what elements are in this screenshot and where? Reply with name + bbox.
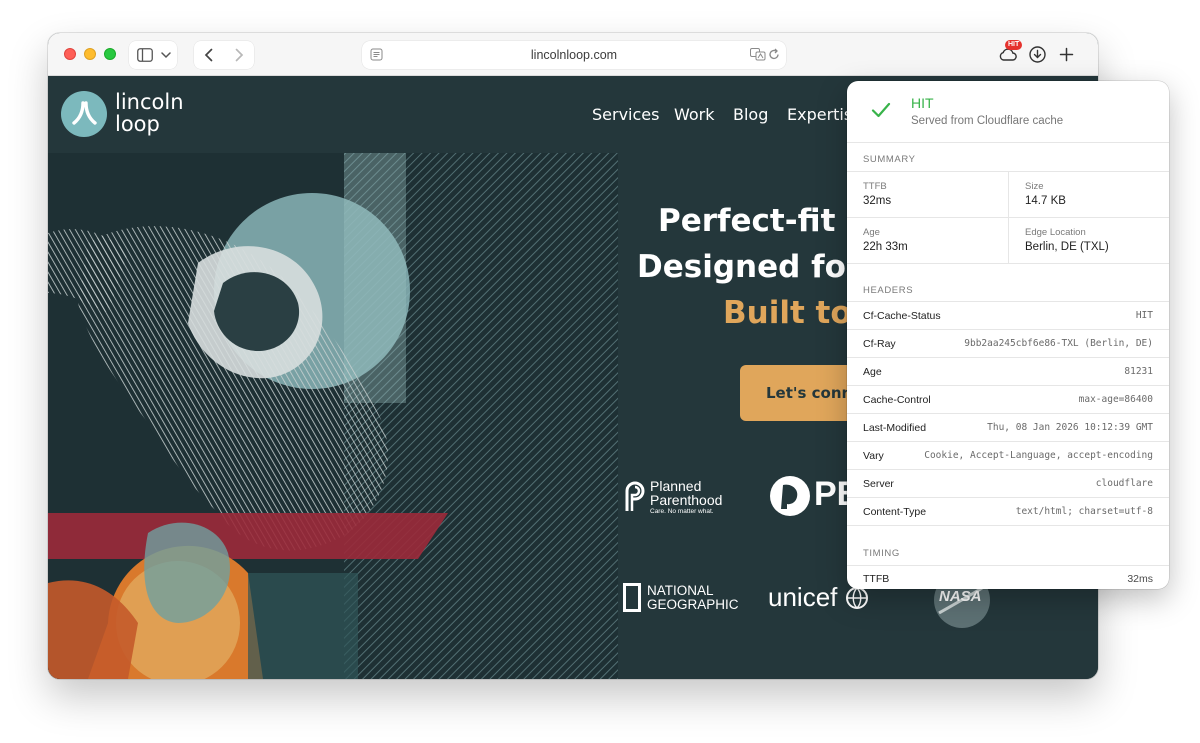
browser-toolbar: lincolnloop.com HIT — [48, 33, 1098, 76]
lincoln-loop-logo[interactable] — [61, 91, 107, 137]
sidebar-toggle-group — [129, 41, 177, 69]
header-row: Last-Modified Thu, 08 Jan 2026 10:12:39 … — [847, 413, 1169, 441]
header-row: Vary Cookie, Accept-Language, accept-enc… — [847, 441, 1169, 469]
header-name: Server — [863, 478, 894, 490]
header-row: Server cloudflare — [847, 469, 1169, 497]
unicef-wordmark: unicef — [768, 582, 838, 612]
nasa-wordmark: NASA — [939, 588, 982, 605]
reload-icon[interactable] — [768, 48, 780, 66]
header-row: Cache-Control max-age=86400 — [847, 385, 1169, 413]
downloads-icon[interactable] — [1029, 45, 1046, 63]
header-name: Age — [863, 366, 882, 378]
unicef-globe-icon — [846, 587, 868, 609]
header-row: Cf-Cache-Status HIT — [847, 301, 1169, 329]
header-value: text/html; charset=utf-8 — [1015, 506, 1153, 517]
url-text: lincolnloop.com — [530, 48, 618, 62]
logo-wordmark[interactable]: lincoln loop — [115, 91, 184, 135]
logo-line-1: lincoln — [115, 90, 184, 114]
summary-ttfb-value: 32ms — [863, 195, 892, 207]
summary-age-label: Age — [863, 227, 880, 238]
summary-age-value: 22h 33m — [863, 241, 908, 253]
hero-heading-line-1: Perfect-fit s — [658, 203, 865, 239]
planned-parenthood-tagline: Care. No matter what. — [650, 508, 714, 515]
header-value: 9bb2aa245cbf6e86-TXL (Berlin, DE) — [964, 338, 1153, 349]
header-value: Thu, 08 Jan 2026 10:12:39 GMT — [987, 422, 1153, 433]
nav-link-expertise[interactable]: Expertis — [787, 105, 852, 124]
summary-size-label: Size — [1025, 181, 1044, 192]
back-chevron-icon[interactable] — [204, 47, 214, 63]
timing-ttfb-value: 32ms — [1127, 573, 1153, 585]
planned-parenthood-line-2: Parenthood — [650, 492, 723, 508]
checkmark-icon — [871, 102, 891, 123]
header-row: Age 81231 — [847, 357, 1169, 385]
timing-section-title: TIMING — [863, 548, 900, 559]
hero-heading-line-2: Designed for — [637, 249, 862, 285]
summary-edge-location-label: Edge Location — [1025, 227, 1086, 238]
cache-status-popover: HIT Served from Cloudflare cache SUMMARY… — [847, 81, 1169, 589]
summary-size-value: 14.7 KB — [1025, 195, 1066, 207]
history-nav-group — [194, 41, 254, 69]
close-window-button[interactable] — [64, 48, 76, 60]
natgeo-frame-icon — [623, 583, 641, 612]
header-row: Content-Type text/html; charset=utf-8 — [847, 497, 1169, 525]
headers-section-title: HEADERS — [863, 285, 914, 296]
nav-link-services[interactable]: Services — [592, 105, 659, 124]
header-name: Vary — [863, 450, 884, 462]
popover-header: HIT Served from Cloudflare cache — [847, 81, 1169, 143]
planned-parenthood-line-1: Planned — [650, 478, 702, 494]
header-value: cloudflare — [1095, 478, 1153, 489]
nav-link-work[interactable]: Work — [674, 105, 715, 124]
zoom-window-button[interactable] — [104, 48, 116, 60]
address-bar[interactable]: lincolnloop.com — [362, 41, 786, 69]
nav-link-blog[interactable]: Blog — [733, 105, 768, 124]
divider — [847, 565, 1169, 566]
summary-ttfb-label: TTFB — [863, 181, 887, 192]
cache-status-subtitle: Served from Cloudflare cache — [911, 115, 1064, 127]
cache-status-badge: HIT — [1005, 40, 1023, 50]
divider — [847, 263, 1169, 264]
astronaut-illustration — [48, 153, 618, 679]
summary-edge-location-value: Berlin, DE (TXL) — [1025, 241, 1109, 253]
header-name: Last-Modified — [863, 422, 927, 434]
pbs-head-icon — [770, 476, 810, 516]
forward-chevron-icon[interactable] — [234, 47, 244, 63]
sidebar-icon[interactable] — [137, 47, 153, 63]
hero-heading-line-3: Built to — [723, 295, 852, 331]
header-name: Cf-Ray — [863, 338, 896, 350]
header-value: Cookie, Accept-Language, accept-encoding — [924, 450, 1153, 461]
header-name: Cf-Cache-Status — [863, 310, 941, 322]
header-name: Content-Type — [863, 506, 927, 518]
timing-ttfb-label: TTFB — [863, 573, 890, 585]
header-value: HIT — [1135, 310, 1153, 321]
header-row: Cf-Ray 9bb2aa245cbf6e86-TXL (Berlin, DE) — [847, 329, 1169, 357]
translate-icon[interactable] — [750, 48, 766, 66]
header-value: 81231 — [1124, 366, 1153, 377]
new-tab-plus-icon[interactable] — [1059, 45, 1074, 63]
cache-status-text: HIT — [911, 95, 934, 111]
header-value: max-age=86400 — [1078, 394, 1153, 405]
natgeo-line-2: GEOGRAPHIC — [647, 597, 739, 612]
minimize-window-button[interactable] — [84, 48, 96, 60]
logo-line-2: loop — [115, 112, 160, 136]
summary-section-title: SUMMARY — [863, 154, 916, 165]
divider — [847, 525, 1169, 526]
natgeo-line-1: NATIONAL — [647, 583, 714, 598]
tab-group-chevron-down-icon[interactable] — [161, 47, 171, 63]
divider — [847, 217, 1169, 218]
header-name: Cache-Control — [863, 394, 931, 406]
planned-parenthood-icon — [625, 481, 645, 511]
